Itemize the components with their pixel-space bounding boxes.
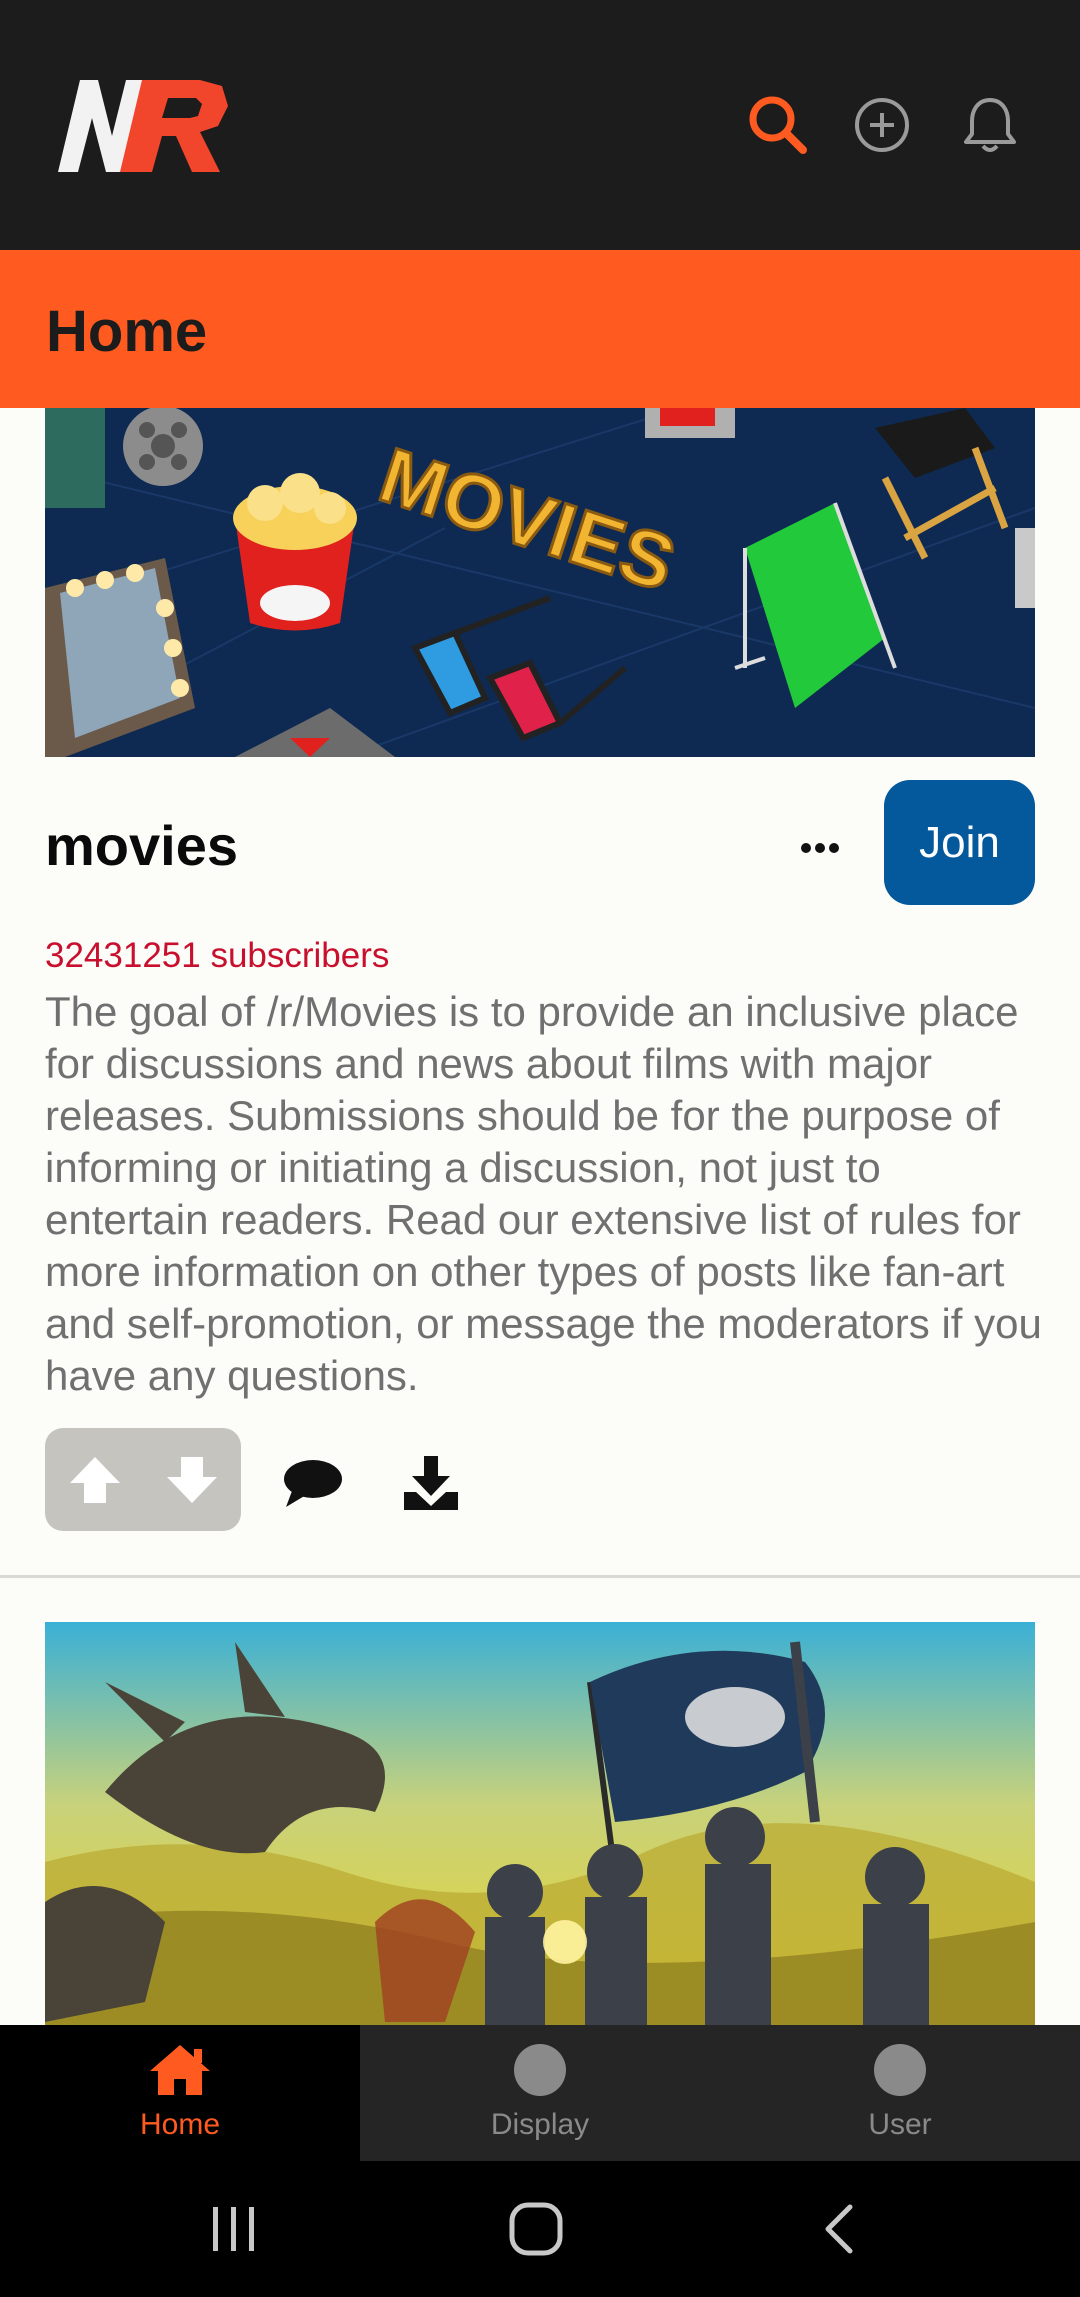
downvote-icon[interactable] [162, 1450, 222, 1510]
nav-label-user: User [868, 2108, 932, 2141]
comment-icon[interactable] [278, 1448, 348, 1518]
post-banner-image[interactable]: MOVIES [45, 408, 1035, 757]
community-name[interactable]: movies [45, 813, 238, 878]
circle-icon [873, 2043, 927, 2097]
nav-label-home: Home [139, 2108, 221, 2141]
top-app-bar [0, 0, 1080, 250]
nav-item-display[interactable]: Display [360, 2025, 720, 2161]
subscriber-count: 32431251 subscribers [45, 936, 390, 975]
add-circle-icon[interactable] [847, 90, 917, 160]
page-title: Home [46, 299, 208, 364]
back-icon[interactable] [800, 2199, 880, 2259]
popcorn [233, 473, 357, 631]
post-banner-image[interactable] [45, 1622, 1035, 2025]
home-icon [150, 2043, 210, 2097]
bell-icon[interactable] [955, 90, 1025, 160]
upvote-icon[interactable] [65, 1450, 125, 1510]
recents-icon[interactable] [194, 2199, 274, 2259]
circle-icon [513, 2043, 567, 2097]
join-button[interactable]: Join [884, 780, 1035, 905]
search-icon[interactable] [743, 90, 813, 160]
page-header: Home [0, 250, 1080, 408]
more-options-icon[interactable] [790, 828, 850, 868]
nav-item-home[interactable]: Home [0, 2025, 360, 2161]
vote-controls [45, 1428, 241, 1531]
community-description: The goal of /r/Movies is to provide an i… [45, 988, 1042, 1399]
app-logo [50, 72, 250, 177]
home-button-icon[interactable] [496, 2199, 576, 2259]
post-divider [0, 1575, 1080, 1578]
system-navigation-bar [0, 2161, 1080, 2297]
download-icon[interactable] [396, 1448, 466, 1518]
nav-item-user[interactable]: User [720, 2025, 1080, 2161]
feed[interactable]: MOVIES movies Join 32431251 subscribers … [0, 408, 1080, 2025]
bottom-navigation: Home Display User [0, 2025, 1080, 2161]
nav-label-display: Display [490, 2108, 590, 2141]
